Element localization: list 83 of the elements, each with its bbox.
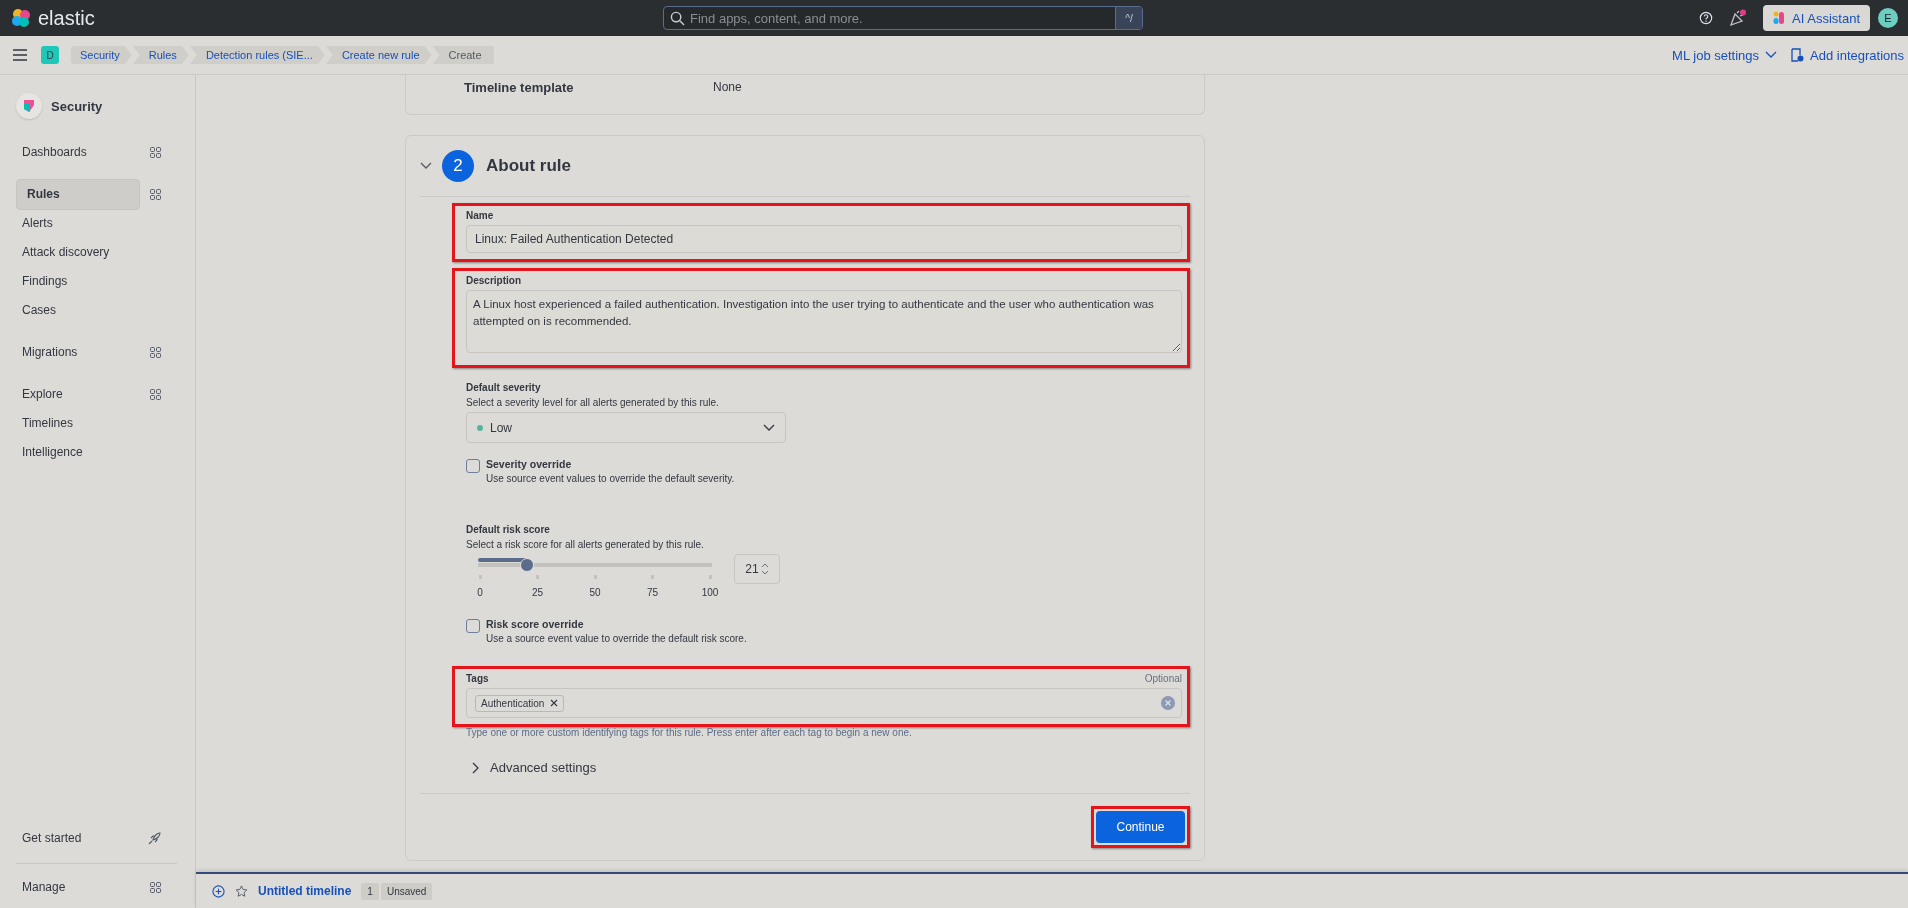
sidebar-item[interactable]: Manage bbox=[16, 874, 140, 900]
field-label: Name bbox=[466, 210, 495, 221]
risk-score-input[interactable]: 21 bbox=[734, 554, 780, 584]
tick-label: 75 bbox=[646, 587, 659, 598]
document-plus-icon bbox=[1791, 48, 1805, 62]
field-label: Default risk score bbox=[466, 524, 551, 535]
rocket-icon[interactable] bbox=[148, 832, 161, 845]
section-title: About rule bbox=[486, 156, 571, 176]
sidebar-item[interactable]: Intelligence bbox=[16, 440, 151, 465]
sidebar-item[interactable]: Dashboards bbox=[16, 140, 140, 165]
step-number: 2 bbox=[442, 150, 474, 182]
help-text: Use source event values to override the default severity. bbox=[486, 473, 735, 484]
tag-chip[interactable]: Authentication bbox=[475, 694, 565, 712]
breadcrumb[interactable]: Rules bbox=[132, 46, 189, 64]
sidebar-item[interactable]: Cases bbox=[16, 298, 151, 323]
breadcrumb[interactable]: Create bbox=[432, 46, 494, 64]
grid-icon[interactable] bbox=[150, 347, 161, 358]
shortcut-key: ^/ bbox=[1115, 7, 1142, 29]
severity-select[interactable]: Low bbox=[466, 412, 786, 443]
sidebar-item[interactable]: Get started bbox=[16, 826, 138, 851]
field-label: Timeline template bbox=[464, 79, 575, 95]
add-icon[interactable] bbox=[212, 884, 225, 898]
help-text: Select a severity level for all alerts generated by this rule. bbox=[466, 397, 720, 408]
grid-icon[interactable] bbox=[150, 147, 161, 158]
search-icon bbox=[670, 11, 685, 26]
security-logo-icon bbox=[16, 93, 42, 119]
grid-icon[interactable] bbox=[150, 881, 161, 893]
sidebar-item[interactable]: Timelines bbox=[16, 411, 151, 436]
grid-icon[interactable] bbox=[150, 189, 161, 200]
remove-icon[interactable] bbox=[550, 699, 559, 707]
sidebar-item[interactable]: Alerts bbox=[16, 211, 151, 236]
count-badge: 1 bbox=[361, 882, 379, 900]
elastic-logo-icon bbox=[10, 7, 32, 29]
tags-combobox[interactable]: Authentication bbox=[466, 688, 1182, 718]
stepper-icon[interactable] bbox=[760, 563, 769, 575]
breadcrumb[interactable]: Detection rules (SIE... bbox=[189, 46, 325, 64]
space-avatar[interactable]: D bbox=[41, 46, 59, 64]
checkbox-label: Severity override bbox=[486, 458, 573, 470]
chevron-down-icon bbox=[763, 423, 775, 432]
breadcrumb[interactable]: Security bbox=[71, 46, 132, 64]
continue-button[interactable]: Continue bbox=[1096, 811, 1185, 843]
user-avatar[interactable]: E bbox=[1878, 8, 1898, 28]
chevron-icon bbox=[472, 761, 480, 774]
checkbox[interactable] bbox=[466, 619, 480, 633]
tick-label: 0 bbox=[477, 587, 483, 598]
name-input[interactable]: Linux: Failed Authentication Detected bbox=[466, 225, 1182, 253]
ai-assistant-button[interactable]: AI Assistant bbox=[1763, 5, 1870, 31]
tick-label: 100 bbox=[701, 587, 719, 598]
tick-label: 25 bbox=[531, 587, 544, 598]
grid-icon[interactable] bbox=[150, 389, 161, 400]
description-textarea[interactable]: A Linux host experienced a failed authentication. Investigation into the user trying to authenticate and the user who authentication was attempted on is recommended. bbox=[466, 290, 1182, 353]
slider-thumb[interactable] bbox=[520, 558, 535, 572]
ml-job-settings-link[interactable]: ML job settings bbox=[1672, 47, 1760, 63]
optional-label: Optional bbox=[1144, 673, 1182, 686]
help-icon[interactable] bbox=[1699, 11, 1714, 25]
star-icon[interactable] bbox=[235, 884, 248, 898]
chevron-icon[interactable] bbox=[420, 162, 432, 170]
brand-name: elastic bbox=[38, 6, 95, 30]
sidebar-title: Security bbox=[51, 98, 103, 114]
help-text: Select a risk score for all alerts generated by this rule. bbox=[466, 539, 705, 550]
sidebar-item[interactable]: Rules bbox=[16, 179, 140, 210]
field-value: None bbox=[713, 80, 742, 94]
add-integrations-link[interactable]: Add integrations bbox=[1810, 47, 1904, 63]
field-label: Description bbox=[466, 275, 522, 286]
breadcrumb[interactable]: Create new rule bbox=[325, 46, 432, 64]
party-popper-icon[interactable] bbox=[1729, 9, 1748, 27]
advanced-settings-toggle[interactable]: Advanced settings bbox=[452, 742, 597, 793]
ai-assistant-icon bbox=[1773, 11, 1786, 25]
sidebar-item[interactable]: Attack discovery bbox=[16, 240, 151, 265]
tick-label: 50 bbox=[589, 587, 601, 598]
checkbox-label: Risk score override bbox=[486, 618, 585, 630]
checkbox[interactable] bbox=[466, 459, 480, 473]
sidebar-item[interactable]: Explore bbox=[16, 382, 140, 407]
sidebar-item[interactable]: Migrations bbox=[16, 340, 140, 365]
chevron-down-icon[interactable] bbox=[1765, 51, 1778, 59]
timeline-title-link[interactable]: Untitled timeline bbox=[258, 884, 352, 898]
field-label: Default severity bbox=[466, 382, 542, 393]
help-text: Type one or more custom identifying tags for this rule. Press enter after each tag to begin a new one. bbox=[465, 727, 913, 738]
sidebar-item[interactable]: Findings bbox=[16, 269, 151, 294]
help-text: Use a source event value to override the default risk score. bbox=[486, 633, 747, 644]
field-label: Tags bbox=[466, 673, 489, 684]
status-badge: Unsaved bbox=[380, 882, 433, 900]
menu-icon[interactable] bbox=[13, 49, 27, 61]
